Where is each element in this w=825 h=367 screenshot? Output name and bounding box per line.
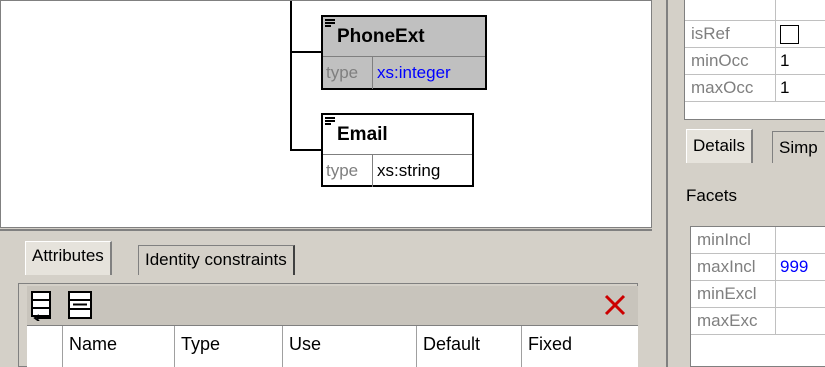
schema-diagram-canvas[interactable]: PhoneExt type xs:integer Email type xs:s… xyxy=(0,0,652,228)
facet-row-maxexcl[interactable]: maxExc xyxy=(691,308,825,335)
tab-details[interactable]: Details xyxy=(686,129,753,163)
element-header: Email xyxy=(323,115,472,155)
element-email[interactable]: Email type xs:string xyxy=(321,113,474,187)
append-attribute-button[interactable] xyxy=(29,289,61,322)
element-phoneext[interactable]: PhoneExt type xs:integer xyxy=(321,15,487,90)
attributes-toolbar xyxy=(27,286,638,326)
facets-grid: minIncl maxIncl 999 minExcl maxExc xyxy=(690,226,825,367)
column-header-fixed[interactable]: Fixed xyxy=(521,326,638,367)
tab-identity-constraints[interactable]: Identity constraints xyxy=(138,245,295,275)
facet-row-minincl[interactable]: minIncl xyxy=(691,227,825,254)
insert-attribute-button[interactable] xyxy=(63,289,95,321)
grid-row-isref[interactable]: isRef xyxy=(685,21,825,48)
tab-attributes[interactable]: Attributes xyxy=(25,241,112,275)
facet-row-minexcl[interactable]: minExcl xyxy=(691,281,825,308)
facets-title: Facets xyxy=(686,186,738,205)
connector-line xyxy=(290,51,322,53)
attributes-table-header: Name Type Use Default Fixed xyxy=(27,326,638,367)
delete-attribute-button[interactable] xyxy=(599,289,631,321)
sequence-icon xyxy=(325,19,335,27)
facet-row-maxincl[interactable]: maxIncl 999 xyxy=(691,254,825,281)
grid-row-maxocc[interactable]: maxOcc 1 xyxy=(685,75,825,102)
column-header-type[interactable]: Type xyxy=(174,326,282,367)
append-icon xyxy=(31,291,51,322)
properties-grid: isRef minOcc 1 maxOcc 1 xyxy=(684,0,825,120)
sequence-icon xyxy=(325,117,335,125)
grid-row-minocc[interactable]: minOcc 1 xyxy=(685,48,825,75)
tab-simple-type[interactable]: Simp xyxy=(772,131,824,163)
column-header-use[interactable]: Use xyxy=(282,326,416,367)
element-type-row: type xs:integer xyxy=(323,57,485,89)
element-type-row: type xs:string xyxy=(323,155,472,187)
properties-panel: isRef minOcc 1 maxOcc 1 Details Simp Fac… xyxy=(666,0,825,367)
element-header: PhoneExt xyxy=(323,17,485,57)
isref-checkbox[interactable] xyxy=(780,25,799,44)
grid-row-cut xyxy=(685,0,825,21)
insert-icon xyxy=(68,291,92,319)
column-header-default[interactable]: Default xyxy=(416,326,521,367)
close-icon xyxy=(604,294,626,316)
connector-line xyxy=(290,1,292,151)
connector-line xyxy=(290,149,322,151)
column-header-name[interactable]: Name xyxy=(62,326,174,367)
